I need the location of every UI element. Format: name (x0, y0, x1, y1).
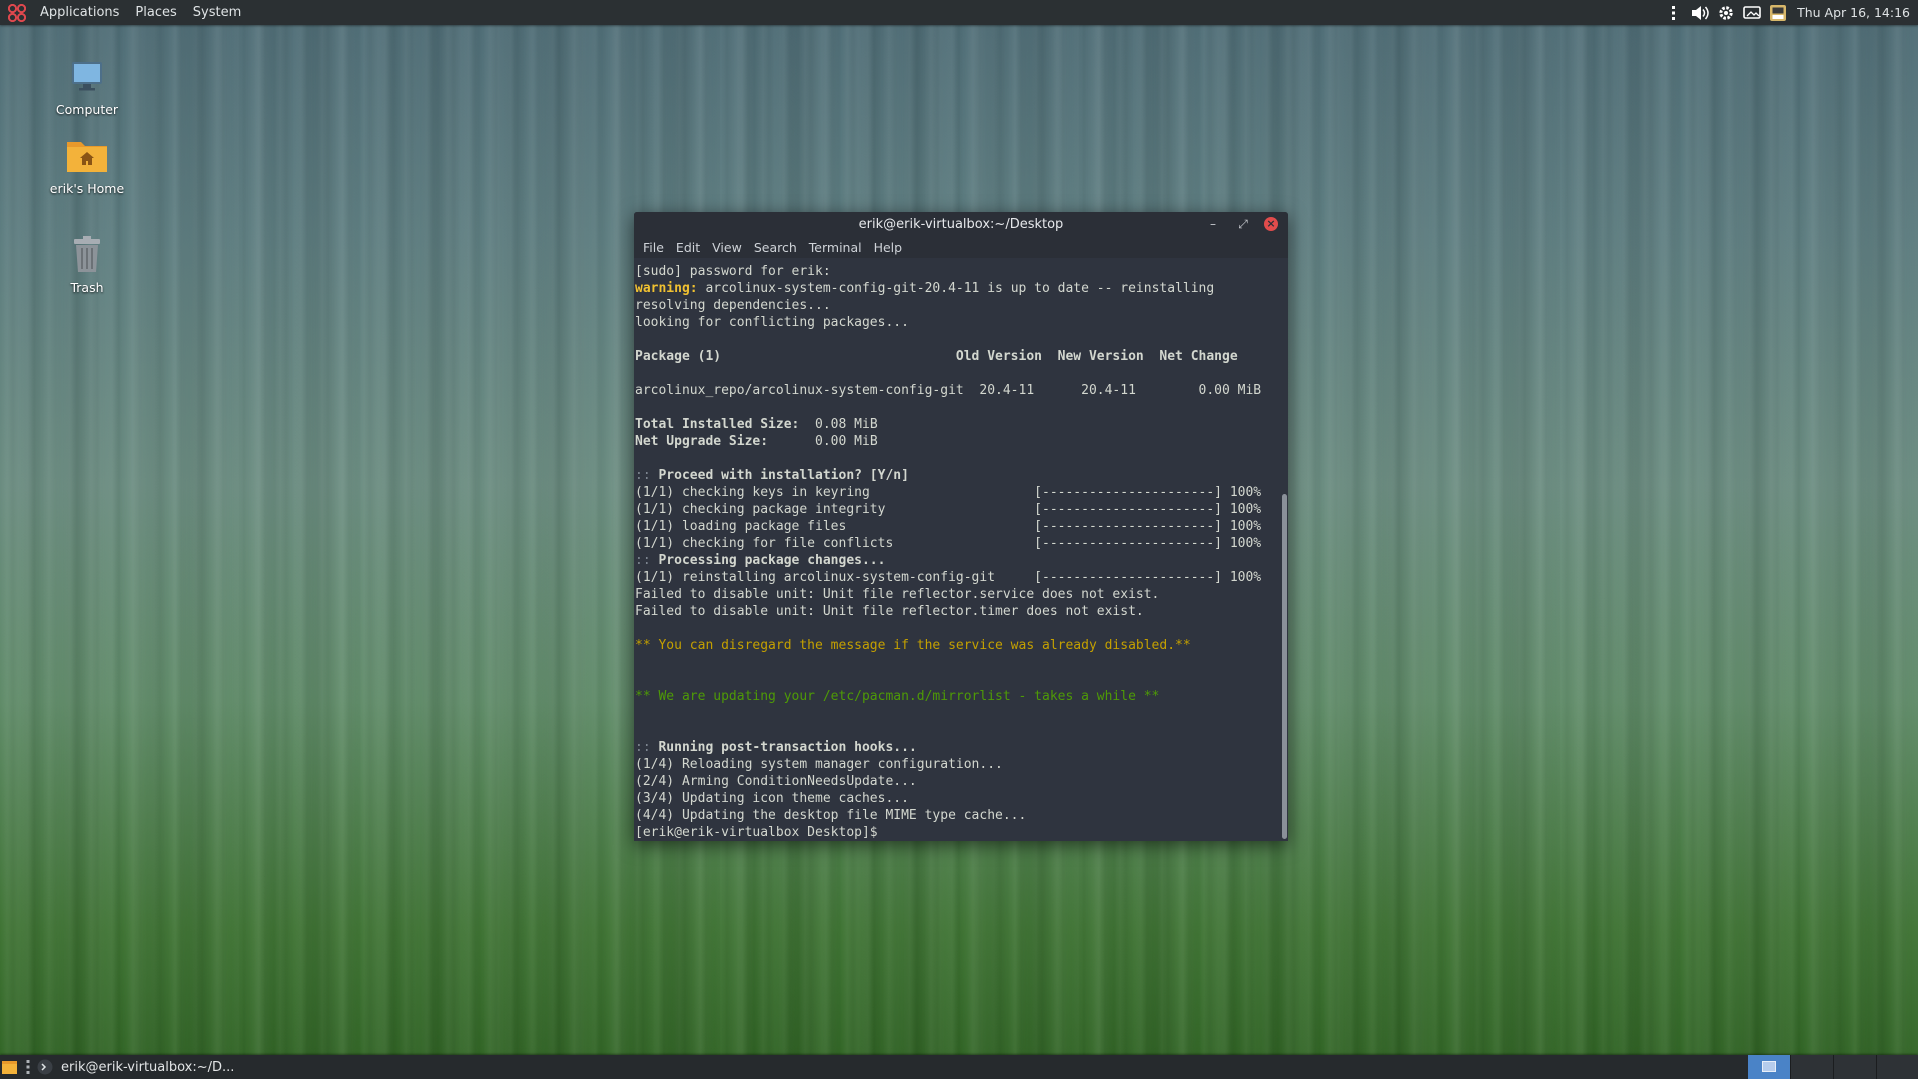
window-title: erik@erik-virtualbox:~/Desktop (858, 216, 1064, 232)
maximize-icon[interactable]: ⤢ (1234, 215, 1252, 233)
menu-system[interactable]: System (185, 0, 249, 25)
show-desktop-icon[interactable] (0, 1058, 23, 1076)
menu-applications[interactable]: Applications (32, 0, 127, 25)
terminal-menubar: File Edit View Search Terminal Help (634, 236, 1288, 258)
net-upgrade-size: Net Upgrade Size: 0.00 MiB (635, 434, 878, 449)
workspace-3[interactable] (1834, 1055, 1877, 1079)
hook-line: (4/4) Updating the desktop file MIME typ… (635, 808, 1027, 823)
total-installed-size: Total Installed Size: 0.08 MiB (635, 417, 878, 432)
desktop-icon-home[interactable]: erik's Home (32, 131, 142, 196)
workspace-4[interactable] (1877, 1055, 1918, 1079)
top-panel: Applications Places System Thu Apr 16, 1… (0, 0, 1918, 25)
minimize-icon[interactable]: – (1204, 215, 1222, 233)
volume-icon[interactable] (1691, 4, 1709, 22)
terminal-note-green: ** We are updating your /etc/pacman.d/mi… (635, 689, 1160, 704)
display-icon[interactable] (1743, 4, 1761, 22)
terminal-line: [sudo] password for erik: (635, 264, 831, 279)
package-row: arcolinux_repo/arcolinux-system-config-g… (635, 383, 1262, 398)
scrollbar-thumb[interactable] (1282, 494, 1287, 839)
terminal-line: warning: arcolinux-system-config-git-20.… (635, 281, 1215, 296)
terminal-output[interactable]: [sudo] password for erik: warning: arcol… (634, 260, 1280, 841)
terminal-line: resolving dependencies... (635, 298, 831, 313)
hook-line: (2/4) Arming ConditionNeedsUpdate... (635, 774, 917, 789)
terminal-line: Failed to disable unit: Unit file reflec… (635, 604, 1144, 619)
desktop-icon-label: erik's Home (49, 181, 125, 196)
taskbar-label: erik@erik-virtualbox:~/D... (61, 1059, 235, 1075)
terminal-note-yellow: ** You can disregard the message if the … (635, 638, 1191, 653)
settings-gear-icon[interactable] (1717, 4, 1735, 22)
progress-line: (1/1) reinstalling arcolinux-system-conf… (635, 570, 1262, 585)
desktop-icon-label: Trash (70, 280, 104, 295)
terminal-line: :: Proceed with installation? [Y/n] (635, 468, 909, 483)
desktop-icon-computer[interactable]: Computer (32, 52, 142, 117)
terminal-line: looking for conflicting packages... (635, 315, 909, 330)
menu-help[interactable]: Help (868, 240, 909, 255)
battery-icon[interactable] (1769, 4, 1787, 22)
system-tray: Thu Apr 16, 14:16 (1665, 4, 1914, 22)
menu-view[interactable]: View (706, 240, 748, 255)
terminal-app-icon (37, 1059, 53, 1075)
network-dots-icon[interactable] (1665, 4, 1683, 22)
progress-line: (1/1) loading package files [-----------… (635, 519, 1262, 534)
desktop-icon-label: Computer (55, 102, 119, 117)
hook-line: (3/4) Updating icon theme caches... (635, 791, 909, 806)
terminal-line: :: Processing package changes... (635, 553, 886, 568)
home-folder-icon (63, 131, 111, 179)
workspace-window-thumb (1762, 1061, 1776, 1072)
package-table-header: Package (1) Old Version New Version Net … (635, 349, 1238, 364)
menu-places[interactable]: Places (127, 0, 184, 25)
hook-line: (1/4) Reloading system manager configura… (635, 757, 1003, 772)
progress-line: (1/1) checking for file conflicts [-----… (635, 536, 1262, 551)
workspace-switcher[interactable] (1748, 1055, 1918, 1079)
window-titlebar[interactable]: erik@erik-virtualbox:~/Desktop – ⤢ × (634, 212, 1288, 236)
computer-icon (63, 52, 111, 100)
menu-edit[interactable]: Edit (670, 240, 706, 255)
close-icon[interactable]: × (1264, 217, 1278, 231)
arcolinux-logo-icon[interactable] (6, 2, 28, 24)
menu-search[interactable]: Search (748, 240, 803, 255)
menu-file[interactable]: File (637, 240, 670, 255)
clock[interactable]: Thu Apr 16, 14:16 (1797, 5, 1910, 20)
terminal-line: :: Running post-transaction hooks... (635, 740, 917, 755)
terminal-line: Failed to disable unit: Unit file reflec… (635, 587, 1160, 602)
trash-icon (63, 230, 111, 278)
desktop-icon-trash[interactable]: Trash (32, 230, 142, 295)
bottom-panel: erik@erik-virtualbox:~/D... (0, 1055, 1918, 1079)
warning-prefix: warning: (635, 281, 698, 296)
panel-handle-icon[interactable] (23, 1060, 33, 1074)
workspace-1[interactable] (1748, 1055, 1791, 1079)
workspace-2[interactable] (1791, 1055, 1834, 1079)
progress-line: (1/1) checking package integrity [------… (635, 502, 1262, 517)
taskbar-terminal-button[interactable]: erik@erik-virtualbox:~/D... (33, 1055, 240, 1079)
terminal-scrollbar[interactable] (1280, 260, 1288, 841)
window-controls: – ⤢ × (1204, 215, 1278, 233)
shell-prompt[interactable]: [erik@erik-virtualbox Desktop]$ (635, 824, 1280, 841)
menu-terminal[interactable]: Terminal (803, 240, 868, 255)
terminal-window[interactable]: erik@erik-virtualbox:~/Desktop – ⤢ × Fil… (634, 212, 1288, 841)
progress-line: (1/1) checking keys in keyring [--------… (635, 485, 1262, 500)
